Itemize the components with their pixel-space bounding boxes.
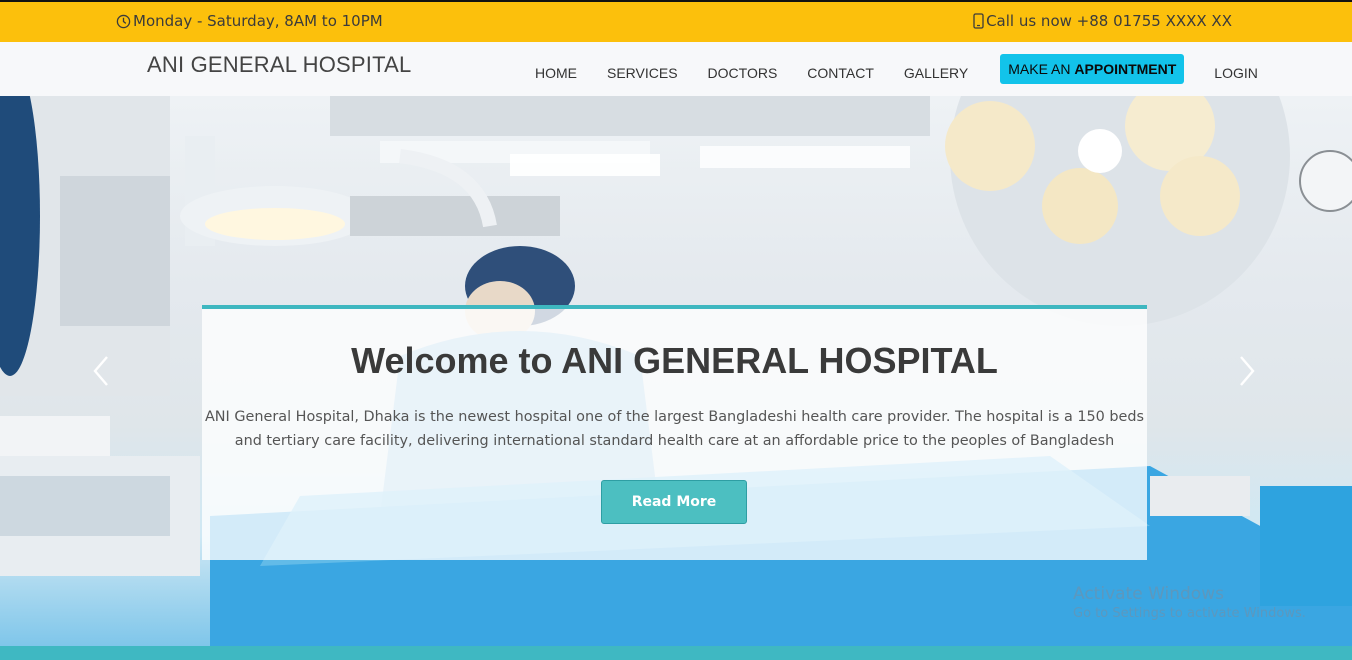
main-navbar: ANI GENERAL HOSPITAL HOME SERVICES DOCTO… [0,42,1352,96]
carousel-next-icon[interactable] [1238,354,1256,388]
nav-item-login[interactable]: LOGIN [1214,65,1258,81]
nav-item-services[interactable]: SERVICES [607,65,678,81]
hero-title: Welcome to ANI GENERAL HOSPITAL [351,340,998,381]
activate-windows-watermark: Activate Windows Go to Settings to activ… [1073,584,1306,621]
brand-logo-text[interactable]: ANI GENERAL HOSPITAL [147,52,411,78]
cta-bold: APPOINTMENT [1074,61,1177,77]
mobile-phone-icon [973,13,984,29]
nav-item-doctors[interactable]: DOCTORS [708,65,778,81]
opening-hours: Monday - Saturday, 8AM to 10PM [116,12,383,30]
phone-contact[interactable]: Call us now +88 01755 XXXX XX [973,12,1232,30]
nav-item-home[interactable]: HOME [535,65,577,81]
nav-item-gallery[interactable]: GALLERY [904,65,968,81]
nav-item-contact[interactable]: CONTACT [807,65,874,81]
make-appointment-button[interactable]: MAKE AN APPOINTMENT [1000,54,1185,84]
bottom-accent-strip [0,646,1352,660]
phone-text: Call us now +88 01755 XXXX XX [986,12,1232,30]
hero-carousel: Welcome to ANI GENERAL HOSPITAL ANI Gene… [0,96,1352,646]
hero-description: ANI General Hospital, Dhaka is the newes… [204,409,1145,449]
welcome-card: Welcome to ANI GENERAL HOSPITAL ANI Gene… [202,305,1147,560]
carousel-prev-icon[interactable] [92,354,110,388]
cta-prefix: MAKE AN [1008,61,1075,77]
watermark-line-1: Activate Windows [1073,584,1224,604]
opening-hours-text: Monday - Saturday, 8AM to 10PM [133,12,383,30]
clock-icon [116,14,131,28]
top-info-bar: Monday - Saturday, 8AM to 10PM Call us n… [0,0,1352,42]
nav-menu: HOME SERVICES DOCTORS CONTACT GALLERY MA… [535,54,1288,84]
watermark-line-2: Go to Settings to activate Windows. [1073,606,1306,621]
read-more-button[interactable]: Read More [601,480,747,524]
